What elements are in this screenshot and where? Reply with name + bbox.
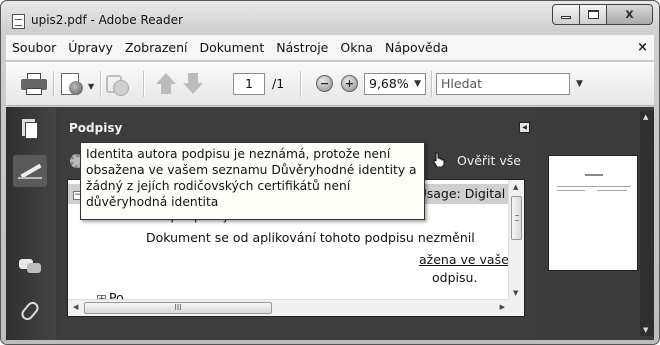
menu-nastroje[interactable]: Nástroje	[270, 40, 334, 55]
pages-icon	[22, 119, 38, 139]
share-document-icon[interactable]	[61, 73, 85, 97]
panel-header: Podpisy ◀	[58, 113, 536, 143]
scroll-corner	[508, 299, 524, 316]
zoom-out-button[interactable]: −	[316, 75, 333, 92]
tooltip-line: žádný z jejích rodičovských certifikátů …	[86, 179, 351, 193]
close-window-button[interactable]: x	[607, 4, 653, 25]
maximize-button[interactable]	[580, 4, 607, 25]
identity-tooltip: Identita autora podpisu je neznámá, prot…	[80, 142, 425, 220]
arrow-down-icon[interactable]	[183, 73, 203, 95]
window-title: upis2.pdf - Adobe Reader	[31, 13, 183, 27]
maximize-icon	[587, 10, 599, 19]
zoom-in-button[interactable]: +	[341, 75, 358, 92]
scroll-down-icon[interactable]: ▼	[513, 289, 518, 297]
toolbar-separator	[431, 71, 432, 97]
menu-upravy[interactable]: Úpravy	[62, 40, 119, 55]
toolbar: ▼ 1 /1 − + 9,68% ▼ Hledat ▼	[6, 62, 654, 106]
page-number-input[interactable]: 1	[233, 73, 265, 95]
toolbar-separator	[100, 71, 101, 97]
zoom-level-select[interactable]: 9,68% ▼	[364, 73, 426, 95]
scroll-up-icon[interactable]: ▲	[513, 183, 518, 191]
chevron-down-icon: ▼	[414, 79, 421, 89]
navigation-pane	[6, 107, 56, 340]
hand-cursor-icon	[433, 152, 445, 167]
minimize-icon	[561, 16, 571, 19]
tooltip-line: Identita autora podpisu je neznámá, prot…	[86, 147, 391, 161]
scroll-down-icon[interactable]: ▼	[643, 326, 648, 334]
minimize-button[interactable]	[552, 4, 580, 25]
chevron-down-icon[interactable]: ▼	[576, 79, 583, 89]
tooltip-line: důvěryhodná identita	[86, 195, 219, 209]
signatures-nav-button[interactable]	[13, 155, 47, 187]
chevron-down-icon[interactable]: ▼	[88, 82, 94, 91]
window-controls: x	[552, 4, 653, 25]
menu-napoveda[interactable]: Nápověda	[379, 40, 454, 55]
printer-icon[interactable]	[21, 73, 47, 95]
panel-options-button[interactable]: ◀	[519, 122, 530, 133]
paperclip-icon	[18, 299, 42, 323]
tooltip-line: obsažena ve vašem seznamu Důvěryhodné id…	[86, 163, 417, 177]
document-page[interactable]	[548, 155, 638, 271]
search-input[interactable]: Hledat	[436, 73, 570, 95]
document-scrollbar[interactable]: ▲ ▼	[640, 111, 654, 336]
close-document-button[interactable]: ×	[637, 40, 648, 55]
adobe-reader-icon[interactable]	[12, 14, 25, 29]
signature-icon	[18, 163, 42, 179]
scroll-right-icon[interactable]: ▶	[500, 303, 505, 311]
attachments-nav-button[interactable]	[13, 295, 47, 327]
comments-icon	[19, 259, 41, 275]
scroll-left-icon[interactable]: ◀	[73, 303, 78, 311]
document-view: ▲ ▼	[538, 107, 654, 340]
panel-title: Podpisy	[69, 121, 123, 135]
toolbar-separator	[53, 71, 54, 97]
comments-nav-button[interactable]	[13, 251, 47, 283]
scroll-up-icon[interactable]: ▲	[643, 113, 648, 121]
menu-bar: Soubor Úpravy Zobrazení Dokument Nástroj…	[6, 35, 654, 61]
collaborate-icon[interactable]	[106, 73, 130, 97]
scroll-thumb-horizontal[interactable]: III	[84, 302, 272, 314]
menu-dokument[interactable]: Dokument	[194, 40, 271, 55]
menu-soubor[interactable]: Soubor	[6, 40, 62, 55]
arrow-up-icon[interactable]	[156, 73, 176, 95]
vertical-scrollbar[interactable]: ▲ ▼	[508, 180, 524, 300]
scroll-thumb[interactable]	[511, 196, 522, 240]
zoom-level-value: 9,68%	[369, 76, 409, 91]
verify-all-button[interactable]: Ověřit vše	[457, 153, 521, 168]
adobe-reader-window: upis2.pdf - Adobe Reader x Soubor Úpravy…	[0, 0, 660, 345]
menu-zobrazeni[interactable]: Zobrazení	[119, 40, 194, 55]
horizontal-scrollbar[interactable]: ◀ III ▶	[68, 299, 509, 316]
title-bar: upis2.pdf - Adobe Reader x	[1, 1, 659, 35]
menu-okna[interactable]: Okna	[334, 40, 379, 55]
toolbar-separator	[143, 71, 144, 97]
identity-row-end: odpisu.	[432, 270, 478, 285]
pages-nav-button[interactable]	[13, 113, 47, 145]
unchanged-row[interactable]: Dokument se od aplikování tohoto podpisu…	[146, 228, 475, 248]
toolbar-separator	[300, 71, 301, 97]
page-total: /1	[272, 76, 285, 91]
